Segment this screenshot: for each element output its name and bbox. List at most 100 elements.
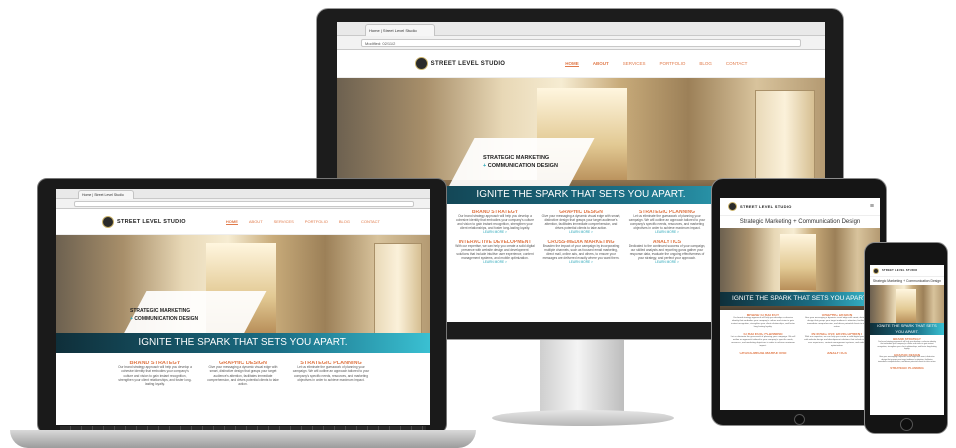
nav-services[interactable]: SERVICES xyxy=(623,61,646,67)
brand-name: STREET LEVEL STUDIO xyxy=(430,60,506,67)
service-title: ANALYTICS xyxy=(827,352,847,355)
service-card: BRAND STRATEGY Our brand strategy approac… xyxy=(877,338,937,351)
service-card: STRATEGIC PLANNING Let us eliminate the g… xyxy=(292,361,370,386)
browser-toolbar: Home | Street Level Studio xyxy=(337,22,825,36)
service-card: STRATEGIC PLANNING Let us eliminate the g… xyxy=(627,210,707,234)
main-nav: HOME ABOUT SERVICES PORTFOLIO BLOG CONTA… xyxy=(225,219,380,225)
service-card: GRAPHIC DESIGN Give your messaging a dyna… xyxy=(804,314,870,329)
site-logo[interactable]: STREET LEVEL STUDIO xyxy=(728,202,792,211)
tablet-home-button[interactable] xyxy=(794,414,805,425)
address-bar-row: Modified: 02/11/2 xyxy=(337,36,825,50)
hero-caption: STRATEGIC MARKETING + COMMUNICATION DESI… xyxy=(483,154,558,170)
phone-heading: Strategic Marketing + Communication Desi… xyxy=(872,279,942,283)
site-logo[interactable]: STREET LEVEL STUDIO xyxy=(102,215,186,228)
service-desc: Our brand strategy approach will help yo… xyxy=(455,214,535,230)
service-card: GRAPHIC DESIGN Give your messaging a dyna… xyxy=(877,354,937,364)
brand-name: STREET LEVEL STUDIO xyxy=(740,204,792,209)
site-header: STREET LEVEL STUDIO HOME ABOUT SERVICES … xyxy=(337,50,825,78)
smartphone: STREET LEVEL STUDIO Strategic Marketing … xyxy=(864,242,948,434)
service-title: CROSS-MEDIA MARKETING xyxy=(739,352,787,355)
service-card: INTERACTIVE DEVELOPMENT With our expertis… xyxy=(804,333,870,348)
service-card: INTERACTIVE DEVELOPMENT With our expertis… xyxy=(455,240,535,264)
brand-name: STREET LEVEL STUDIO xyxy=(117,218,186,225)
nav-contact[interactable]: CONTACT xyxy=(726,61,747,67)
learn-more-link[interactable]: LEARN MORE > xyxy=(455,260,535,264)
site-header: STREET LEVEL STUDIO HOME ABOUT SERVICES … xyxy=(56,209,430,235)
hallway xyxy=(780,234,816,290)
browser-toolbar: Home | Street Level Studio xyxy=(56,189,430,199)
caption-line2: COMMUNICATION DESIGN xyxy=(487,163,558,169)
services-grid: BRAND STRATEGY Our brand strategy approac… xyxy=(720,310,880,359)
learn-more-link[interactable]: LEARN MORE > xyxy=(455,230,535,234)
service-card: BRAND STRATEGY Our brand strategy approac… xyxy=(455,210,535,234)
hero-image: STRATEGIC MARKETING + COMMUNICATION DESI… xyxy=(56,235,430,353)
logo-mark-icon xyxy=(873,267,879,274)
plus-icon: + xyxy=(483,163,487,169)
service-card: STRATEGIC PLANNING xyxy=(877,367,937,370)
service-title: STRATEGIC PLANNING xyxy=(890,366,924,369)
learn-more-link[interactable]: LEARN MORE > xyxy=(627,230,707,234)
service-desc: Our brand strategy approach will help yo… xyxy=(731,317,795,328)
service-card: ANALYTICS xyxy=(804,352,870,355)
service-desc: Broaden the impact of your campaign by i… xyxy=(542,244,620,260)
nav-about[interactable]: ABOUT xyxy=(249,219,263,225)
address-bar[interactable] xyxy=(74,201,414,207)
nav-about[interactable]: ABOUT xyxy=(593,61,609,67)
hallway xyxy=(896,289,916,323)
site-logo[interactable]: STREET LEVEL STUDIO xyxy=(873,267,918,274)
services-grid: BRAND STRATEGY Our brand strategy approac… xyxy=(56,353,430,395)
service-desc: Let us eliminate the guesswork of planni… xyxy=(730,336,796,347)
service-card: GRAPHIC DESIGN Give your messaging a dyna… xyxy=(541,210,621,234)
service-card: STRATEGIC PLANNING Let us eliminate the g… xyxy=(730,333,796,348)
nav-contact[interactable]: CONTACT xyxy=(361,219,380,225)
nav-blog[interactable]: BLOG xyxy=(699,61,712,67)
tablet-heading: Strategic Marketing + Communication Desi… xyxy=(739,219,861,225)
caption-line2: COMMUNICATION DESIGN xyxy=(134,316,199,322)
brand-name: STREET LEVEL STUDIO xyxy=(882,269,918,272)
door xyxy=(755,90,815,190)
caption-line1: STRATEGIC MARKETING xyxy=(130,308,191,314)
service-desc: Give your messaging a dynamic visual edg… xyxy=(541,214,621,230)
main-nav: HOME ABOUT SERVICES PORTFOLIO BLOG CONTA… xyxy=(565,61,747,67)
browser-tab[interactable]: Home | Street Level Studio xyxy=(78,190,134,199)
site-header: STREET LEVEL STUDIO xyxy=(870,265,944,277)
caption-line1: STRATEGIC MARKETING xyxy=(483,155,550,161)
menu-icon[interactable]: ≡ xyxy=(870,203,874,210)
nav-blog[interactable]: BLOG xyxy=(339,219,350,225)
service-desc: Give your messaging a dynamic visual edg… xyxy=(804,317,870,328)
site-logo[interactable]: STREET LEVEL STUDIO xyxy=(414,57,506,70)
service-desc: Our brand strategy approach will help yo… xyxy=(118,365,192,387)
nav-home[interactable]: HOME xyxy=(225,219,238,225)
monitor-base xyxy=(492,410,674,426)
learn-more-link[interactable]: LEARN MORE > xyxy=(541,230,621,234)
service-card: CROSS-MEDIA MARKETING xyxy=(730,352,796,355)
service-desc: Let us eliminate the guesswork of planni… xyxy=(292,365,370,382)
phone-home-button[interactable] xyxy=(900,418,913,431)
learn-more-link[interactable]: LEARN MORE > xyxy=(541,260,621,264)
nav-services[interactable]: SERVICES xyxy=(274,219,294,225)
service-desc: Give your messaging a dynamic visual edg… xyxy=(207,365,279,387)
browser-tab[interactable]: Home | Street Level Studio xyxy=(365,24,435,36)
tagline-band: IGNITE THE SPARK THAT SETS YOU APART. xyxy=(56,333,430,353)
service-desc: With our expertise, we can help you crea… xyxy=(455,244,535,260)
door xyxy=(374,243,422,339)
nav-portfolio[interactable]: PORTFOLIO xyxy=(305,219,328,225)
hero-image: IGNITE THE SPARK THAT SETS YOU APART. xyxy=(720,228,880,310)
tablet: STREET LEVEL STUDIO ≡ Strategic Marketin… xyxy=(711,178,887,426)
service-card: CROSS-MEDIA MARKETING Broaden the impact … xyxy=(541,240,621,264)
logo-mark-icon xyxy=(414,57,428,70)
learn-more-link[interactable]: LEARN MORE > xyxy=(627,260,707,264)
service-card: BRAND STRATEGY Our brand strategy approac… xyxy=(116,361,194,386)
tagline-band: IGNITE THE SPARK THAT SETS YOU APART. xyxy=(870,323,944,335)
site-header: STREET LEVEL STUDIO ≡ xyxy=(720,198,880,216)
laptop-screen: Home | Street Level Studio STREET LEVEL … xyxy=(56,189,430,425)
address-bar-row xyxy=(56,199,430,209)
laptop-base xyxy=(10,430,476,448)
address-bar[interactable]: Modified: 02/11/2 xyxy=(361,39,801,47)
hero-caption: STRATEGIC MARKETING + COMMUNICATION DESI… xyxy=(130,307,198,323)
service-desc: Our brand strategy approach will help yo… xyxy=(877,340,937,351)
nav-home[interactable]: HOME xyxy=(565,61,579,67)
logo-mark-icon xyxy=(728,202,737,211)
laptop: Home | Street Level Studio STREET LEVEL … xyxy=(37,178,447,434)
nav-portfolio[interactable]: PORTFOLIO xyxy=(659,61,685,67)
